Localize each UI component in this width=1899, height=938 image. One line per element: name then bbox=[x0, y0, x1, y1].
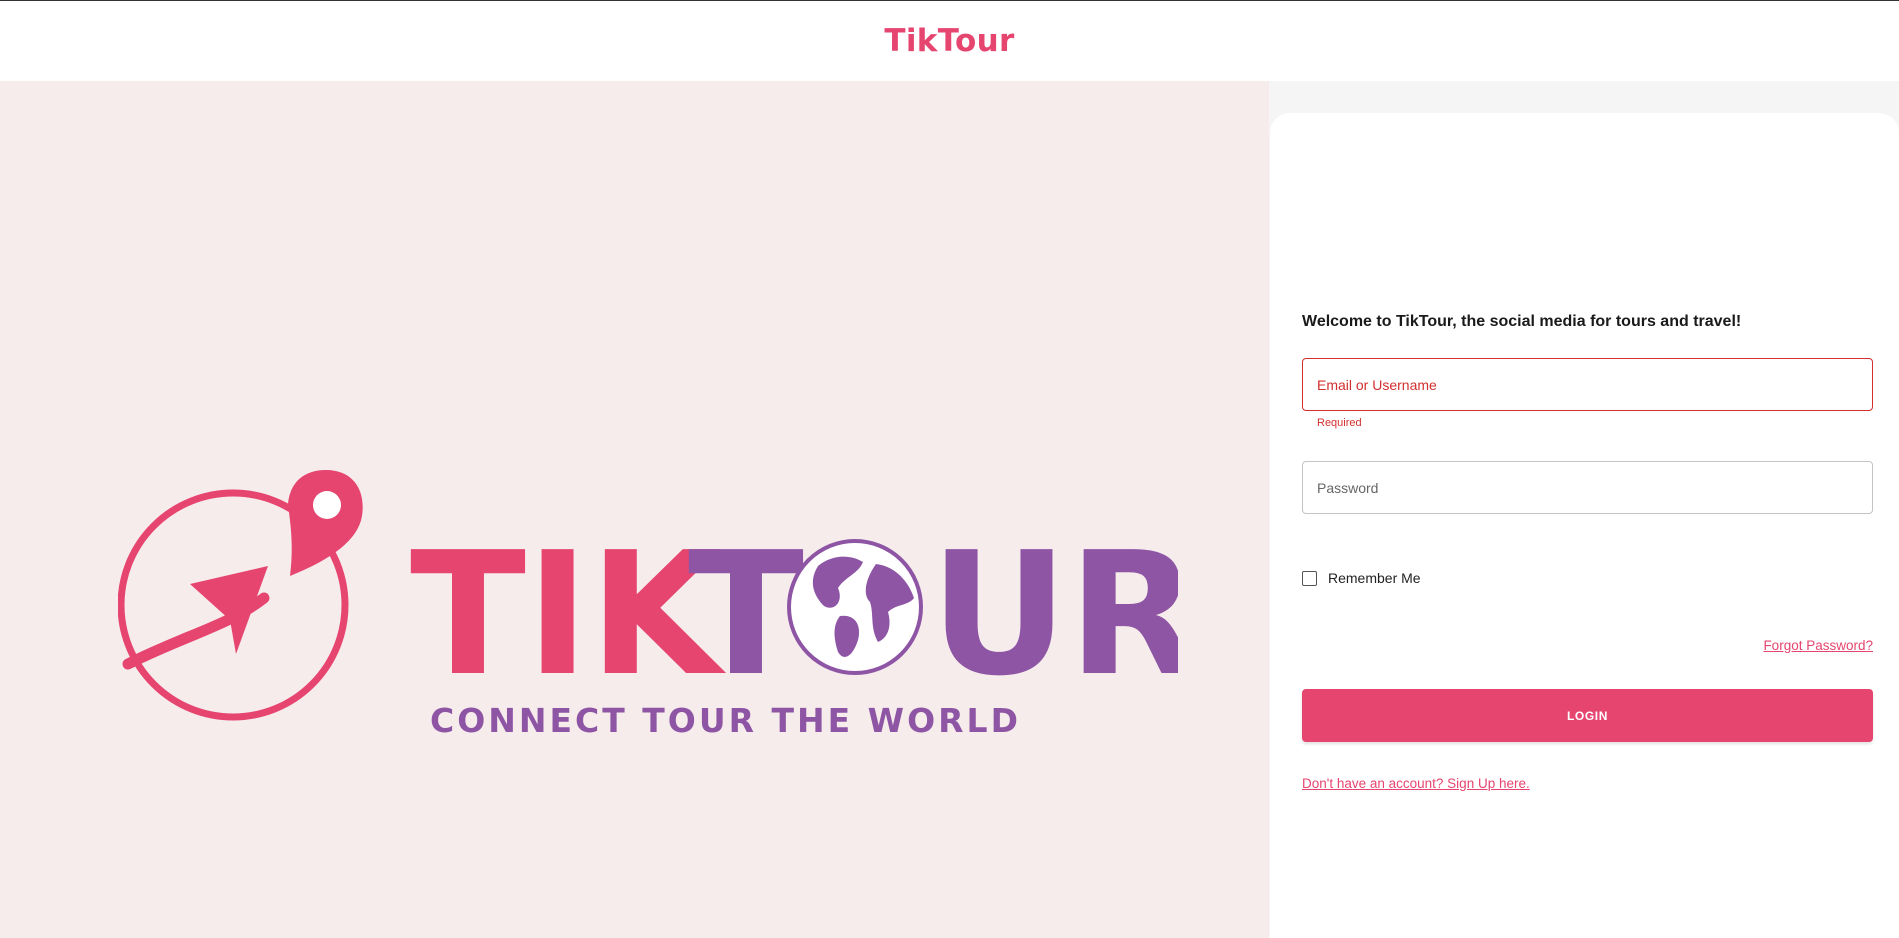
email-field[interactable] bbox=[1302, 358, 1873, 411]
brand-title[interactable]: TikTour bbox=[884, 23, 1014, 59]
login-button[interactable]: LOGIN bbox=[1302, 689, 1873, 742]
logo-tagline: CONNECT TOUR THE WORLD bbox=[430, 701, 1021, 740]
welcome-text: Welcome to TikTour, the social media for… bbox=[1302, 313, 1742, 330]
remember-me-checkbox[interactable] bbox=[1302, 570, 1317, 586]
login-panel bbox=[1270, 113, 1899, 938]
email-required-helper: Required bbox=[1317, 417, 1362, 429]
top-bar: TikTour bbox=[0, 0, 1899, 81]
tiktour-logo: TIK T UR CONNECT TOUR THE WORLD bbox=[118, 470, 1178, 740]
password-input[interactable] bbox=[1317, 479, 1872, 496]
email-input[interactable] bbox=[1317, 376, 1872, 393]
logo-word-tik: TIK bbox=[410, 516, 726, 714]
hero-panel: TIK T UR CONNECT TOUR THE WORLD bbox=[0, 81, 1269, 938]
remember-me-label: Remember Me bbox=[1328, 570, 1421, 586]
globe-icon bbox=[787, 539, 923, 675]
logo-word-ur: UR bbox=[930, 516, 1178, 714]
logo-word-t: T bbox=[688, 516, 804, 714]
password-field[interactable] bbox=[1302, 461, 1873, 514]
forgot-password-link[interactable]: Forgot Password? bbox=[1763, 638, 1873, 653]
remember-me[interactable]: Remember Me bbox=[1302, 570, 1421, 586]
location-pin-icon bbox=[288, 470, 363, 576]
signup-link[interactable]: Don't have an account? Sign Up here. bbox=[1302, 776, 1530, 791]
